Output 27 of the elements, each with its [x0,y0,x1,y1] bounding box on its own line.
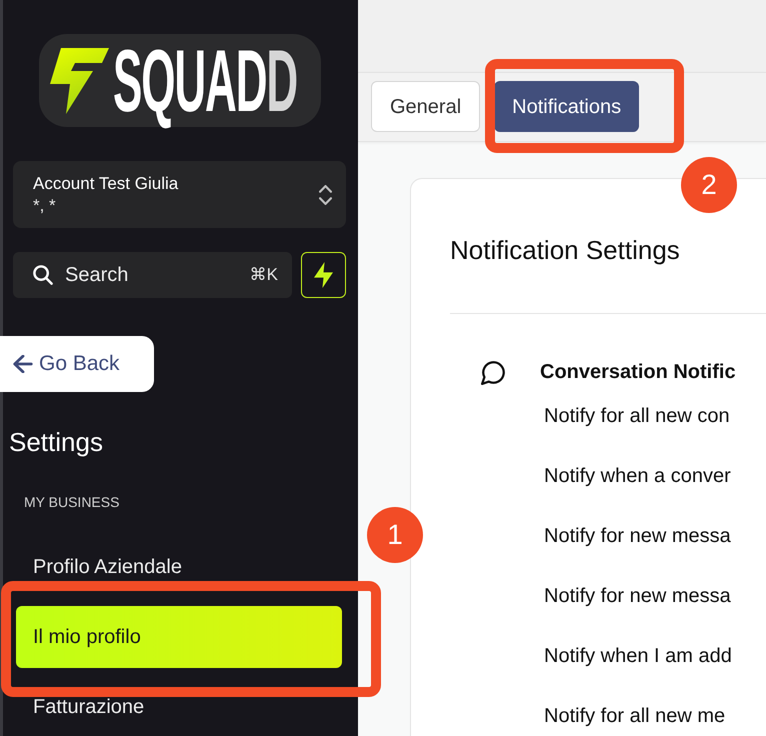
option-label: Notify for new messa [544,524,731,548]
search-icon [33,265,53,285]
group-title: Conversation Notific [540,360,736,385]
sidebar-nav-item[interactable]: Fatturazione [16,676,342,736]
shortcut-hint: ⌘K [250,264,278,286]
option-label: Notify when I am add [544,644,732,668]
section-heading: MY BUSINESS [24,493,120,512]
chevrons-up-down-icon [319,184,332,204]
sidebar-nav-item[interactable]: Il mio profilo [16,606,342,668]
back-button[interactable]: Go Back [0,336,154,392]
option-label: Notify when a conver [544,464,731,488]
account-subtitle: *, * [33,194,56,216]
sidebar-nav-item[interactable]: Profilo Aziendale [16,536,342,598]
search-button[interactable]: Search ⌘K [13,252,292,298]
account-switcher[interactable]: Account Test Giulia *, * [13,161,346,228]
quick-action-button[interactable] [301,252,346,298]
lightning-logo-icon [49,48,109,114]
option-label: Notify for all new me [544,704,726,728]
tab[interactable]: Notifications [494,81,640,132]
option-label: Notify for all new con [544,404,730,428]
option-label: Notify for new messa [544,584,731,608]
tab[interactable]: General [371,81,480,132]
arrow-left-icon [13,355,33,373]
lightning-icon [314,262,333,288]
card-title: Notification Settings [450,234,680,266]
sidebar-title: Settings [9,426,103,458]
chat-bubble-icon [481,360,506,384]
